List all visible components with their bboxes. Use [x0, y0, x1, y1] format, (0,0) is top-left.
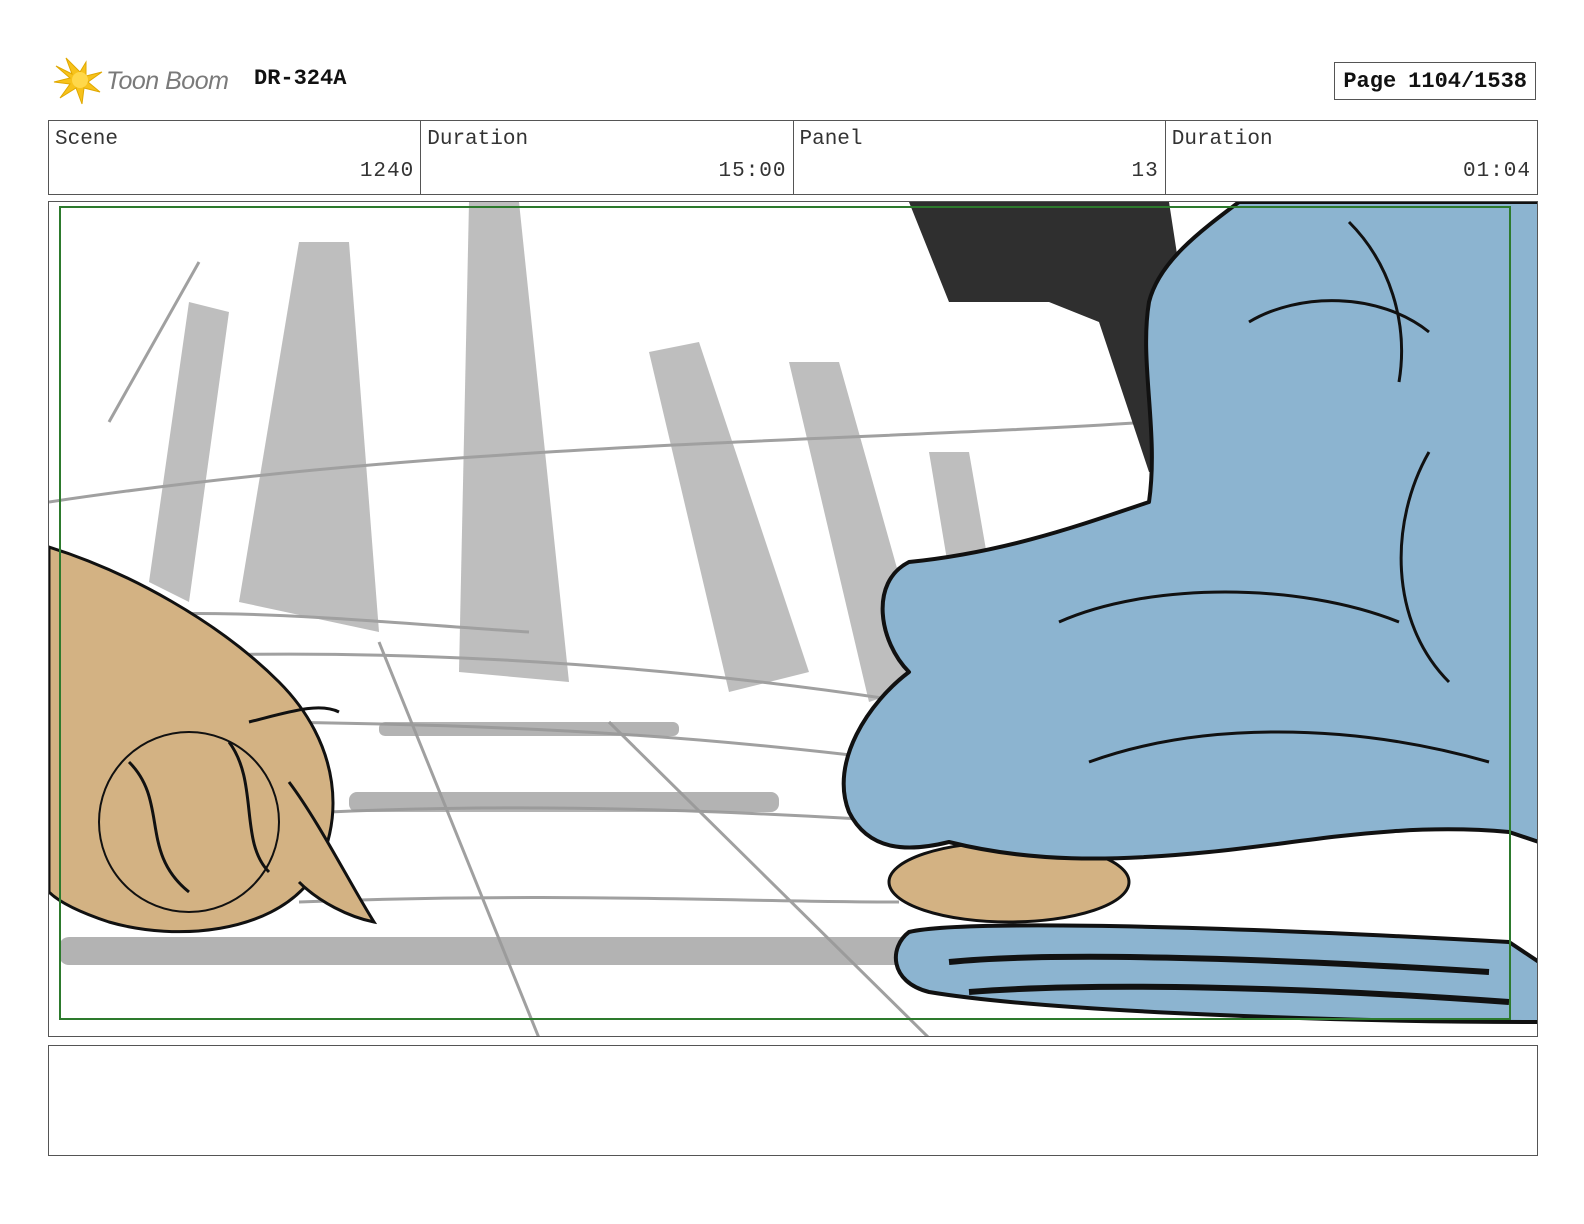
panel-notes-box: [48, 1045, 1538, 1156]
page-value: 1104/1538: [1408, 68, 1527, 94]
scene-duration-value: 15:00: [718, 160, 787, 183]
panel-duration-label: Duration: [1171, 128, 1273, 151]
logo-text: Toon Boom: [106, 66, 229, 95]
starburst-icon: [53, 57, 103, 105]
scene-value: 1240: [359, 160, 415, 183]
scene-duration-cell: Duration 15:00: [420, 121, 792, 194]
scene-cell: Scene 1240: [49, 121, 420, 194]
panel-label: Panel: [799, 128, 863, 151]
panel-info-table: Scene 1240 Duration 15:00 Panel 13 Durat…: [48, 120, 1538, 195]
panel-value: 13: [1131, 160, 1159, 183]
scene-duration-label: Duration: [427, 128, 529, 151]
storyboard-panel: [48, 201, 1538, 1037]
toon-boom-logo: Toon Boom: [52, 56, 229, 106]
page-header: Toon Boom DR-324A Page 1104/1538: [48, 56, 1536, 106]
panel-duration-cell: Duration 01:04: [1164, 121, 1537, 194]
page-label: Page: [1343, 68, 1397, 94]
panel-cell: Panel 13: [792, 121, 1165, 194]
scene-label: Scene: [55, 128, 119, 151]
production-code: DR-324A: [254, 66, 347, 91]
page-counter: Page 1104/1538: [1334, 62, 1536, 100]
storyboard-sketch: [49, 202, 1537, 1036]
panel-duration-value: 01:04: [1462, 160, 1531, 183]
